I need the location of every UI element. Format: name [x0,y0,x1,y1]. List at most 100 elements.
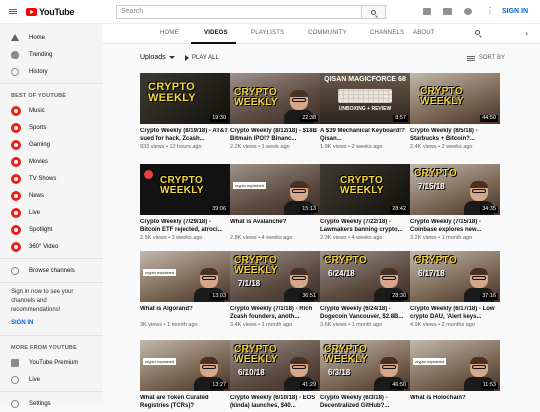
uploads-dropdown[interactable]: Uploads [140,54,175,61]
video-duration: 8:57 [393,115,408,122]
video-thumbnail[interactable]: CRYPTO WEEKLY 6/10/18 41:29 [230,340,320,391]
video-thumbnail[interactable]: QISAN MAGICFORCE 68 UNBOXING + REVIEW 8:… [320,73,410,124]
video-card[interactable]: CRYPTO WEEKLY 28:42 Crypto Weekly (7/22/… [320,164,410,241]
sidebar-item-live[interactable]: Live [0,204,103,221]
video-title[interactable]: Crypto Weekly (6/10/18) - EOS (kinda) la… [230,395,320,410]
video-meta: 3K views • 1 month ago [140,322,198,328]
sidebar-item-trending[interactable]: Trending [0,46,103,63]
history-icon [11,67,19,76]
video-thumbnail[interactable]: CRYPTO WEEKLY 44:50 [410,73,500,124]
more-options-icon[interactable]: ⋮ [486,6,494,15]
video-card[interactable]: crypto explained 13:03 What is Algorand?… [140,251,230,328]
live-broadcast-icon [11,375,19,384]
video-title[interactable]: What is Holochain? [410,395,500,410]
video-title[interactable]: Crypto Weekly (7/15/18) - Coinbase explo… [410,219,500,234]
video-thumbnail[interactable]: CRYPTO 6/24/18 28:30 [320,251,410,302]
music-icon [11,105,21,116]
sidebar-item-live-more[interactable]: Live [0,371,103,388]
sidebar-item-news[interactable]: News [0,187,103,204]
play-all-button[interactable]: PLAY ALL [185,55,219,61]
messages-icon[interactable] [464,8,472,15]
video-card[interactable]: crypto explained 15:13 What is Avalanche… [230,164,320,241]
video-thumbnail[interactable]: crypto explained 11:53 [410,340,500,391]
thumbnail-title: CRYPTO [414,168,457,179]
video-card[interactable]: CRYPTO 6/24/18 28:30 Crypto Weekly (6/24… [320,251,410,328]
video-title[interactable]: Crypto Weekly (7/1/18) - Rich Zcash foun… [230,306,320,321]
tab-about[interactable]: ABOUT [413,30,435,36]
sidebar-sign-in-link[interactable]: SIGN IN [0,317,103,332]
video-title[interactable]: Crypto Weekly (7/22/18) - Lawmakers bann… [320,219,410,234]
video-thumbnail[interactable]: CRYPTO WEEKLY 19:30 [140,73,230,124]
sidebar-item-360-video[interactable]: 360° Video [0,238,103,255]
video-title[interactable]: Crypto Weekly (7/29/18) - Bitcoin ETF re… [140,219,230,234]
video-thumbnail[interactable]: crypto explained 13:27 [140,340,230,391]
thumbnail-title: CRYPTO WEEKLY [340,175,384,196]
tab-community[interactable]: COMMUNITY [308,30,347,36]
video-title[interactable]: Crypto Weekly (8/5/18) - Starbucks + Bit… [410,128,500,143]
video-thumbnail[interactable]: CRYPTO 7/15/18 34:35 [410,164,500,215]
360-video-icon [11,241,21,252]
sort-by-button[interactable]: SORT BY [466,55,505,61]
create-video-icon[interactable] [423,8,431,15]
video-card[interactable]: CRYPTO 6/17/18 37:16 Crypto Weekly (6/17… [410,251,500,328]
tab-playlists[interactable]: PLAYLISTS [251,30,284,36]
sidebar-item-label: Settings [29,400,51,407]
video-title[interactable]: What is Avalanche? [230,219,320,234]
video-title[interactable]: Crypto Weekly (6/24/18) - Dogecoin Vanco… [320,306,410,321]
video-card[interactable]: CRYPTO WEEKLY 39:06 Crypto Weekly (7/29/… [140,164,230,241]
video-card[interactable]: CRYPTO 7/15/18 34:35 Crypto Weekly (7/15… [410,164,500,241]
gear-icon [11,399,19,408]
video-thumbnail[interactable]: CRYPTO WEEKLY 28:42 [320,164,410,215]
channel-search-icon[interactable] [475,30,480,35]
video-duration: 46:50 [390,382,408,389]
video-meta: 1.9K views • 2 weeks ago [320,144,383,150]
video-title[interactable]: What is Algorand? [140,306,230,321]
video-card[interactable]: QISAN MAGICFORCE 68 UNBOXING + REVIEW 8:… [320,73,410,150]
guide-menu-button[interactable] [0,0,26,24]
sidebar-item-settings[interactable]: Settings [0,395,103,412]
apps-icon[interactable] [443,8,452,15]
video-card[interactable]: CRYPTO WEEKLY 6/10/18 41:29 Crypto Weekl… [230,340,320,410]
sidebar-item-tv-shows[interactable]: TV Shows [0,170,103,187]
video-card[interactable]: CRYPTO WEEKLY 6/3/18 46:50 Crypto Weekly… [320,340,410,410]
sidebar-item-label: Home [29,34,46,41]
sidebar-item-movies[interactable]: Movies [0,153,103,170]
sidebar-item-sports[interactable]: Sports [0,119,103,136]
youtube-logo[interactable]: YouTube [26,7,110,17]
sign-in-button[interactable]: SIGN IN [502,8,528,15]
video-card[interactable]: crypto explained 13:27 What are Token Cu… [140,340,230,410]
video-title[interactable]: Crypto Weekly (8/19/18) - AT&T sued for … [140,128,230,143]
video-title[interactable]: Crypto Weekly (6/3/18) - Decentralized G… [320,395,410,410]
video-title[interactable]: A $39 Mechanical Keyboard!? Qisan... [320,128,410,143]
video-title[interactable]: Crypto Weekly (8/12/18) - $18B Bitmain I… [230,128,320,143]
video-card[interactable]: CRYPTO WEEKLY 7/1/18 36:51 Crypto Weekly… [230,251,320,328]
video-thumbnail[interactable]: CRYPTO WEEKLY 22:38 [230,73,320,124]
sidebar-item-history[interactable]: History [0,63,103,80]
video-thumbnail[interactable]: CRYPTO 6/17/18 37:16 [410,251,500,302]
sidebar-item-youtube-premium[interactable]: YouTube Premium [0,354,103,371]
video-thumbnail[interactable]: CRYPTO WEEKLY 6/3/18 46:50 [320,340,410,391]
video-thumbnail[interactable]: crypto explained 13:03 [140,251,230,302]
video-card[interactable]: CRYPTO WEEKLY 44:50 Crypto Weekly (8/5/1… [410,73,500,150]
uploads-label: Uploads [140,54,166,61]
tab-home[interactable]: HOME [160,30,179,36]
sidebar-item-gaming[interactable]: Gaming [0,136,103,153]
video-card[interactable]: CRYPTO WEEKLY 19:30 Crypto Weekly (8/19/… [140,73,230,150]
video-thumbnail[interactable]: CRYPTO WEEKLY 7/1/18 36:51 [230,251,320,302]
search-input[interactable]: Search [116,5,362,19]
sidebar-item-music[interactable]: Music [0,102,103,119]
chevron-right-icon[interactable]: › [525,28,528,38]
sidebar-item-home[interactable]: Home [0,29,103,46]
video-card[interactable]: CRYPTO WEEKLY 22:38 Crypto Weekly (8/12/… [230,73,320,150]
sidebar-item-browse-channels[interactable]: Browse channels [0,262,103,279]
tab-channels[interactable]: CHANNELS [370,30,404,36]
video-thumbnail[interactable]: CRYPTO WEEKLY 39:06 [140,164,230,215]
video-title[interactable]: What are Token Curated Registries (TCRs)… [140,395,230,410]
sidebar-item-spotlight[interactable]: Spotlight [0,221,103,238]
video-thumbnail[interactable]: crypto explained 15:13 [230,164,320,215]
search-button[interactable] [362,5,386,19]
thumbnail-title: CRYPTO [324,255,367,266]
tab-videos[interactable]: VIDEOS [204,30,228,36]
video-card[interactable]: crypto explained 11:53 What is Holochain… [410,340,500,410]
video-title[interactable]: Crypto Weekly (6/17/18) - Low crypto DAU… [410,306,500,321]
